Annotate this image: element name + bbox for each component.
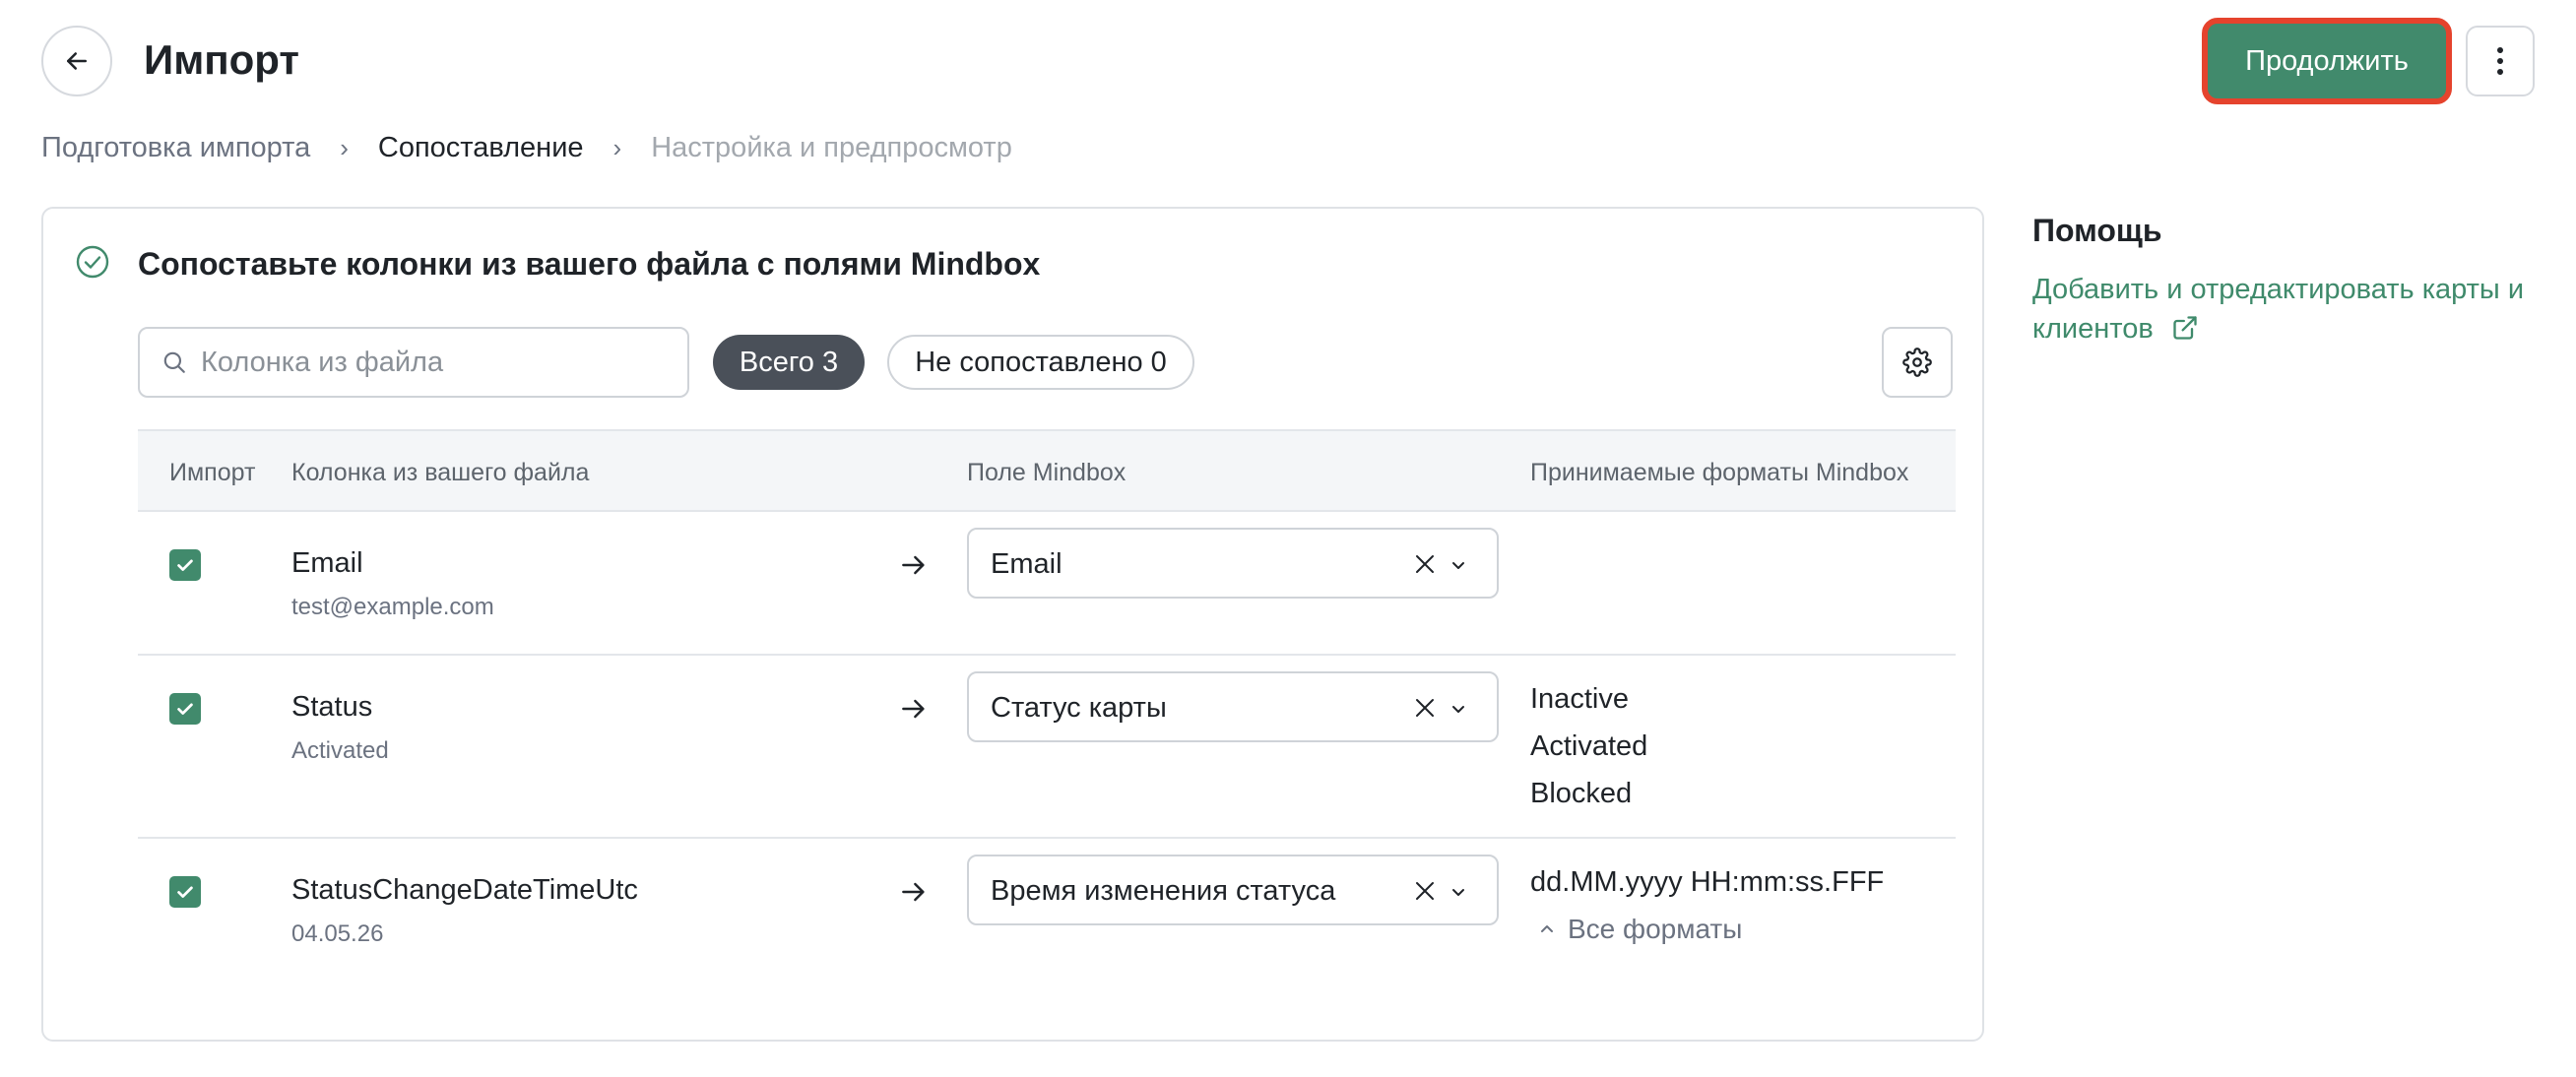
page-title: Импорт [144,36,299,83]
arrow-right-icon [902,555,925,575]
table-row: Status Activated Статус карты Inactive A… [138,656,1956,839]
import-checkbox[interactable] [169,549,201,581]
table-settings-button[interactable] [1882,327,1953,398]
mindbox-field-select[interactable]: Время изменения статуса [967,855,1499,925]
file-column-sample: test@example.com [291,594,494,620]
format-value: Inactive [1530,683,1629,715]
filter-all-chip[interactable]: Всего 3 [713,335,865,390]
table-row: Email test@example.com Email [138,512,1956,656]
chevron-down-icon[interactable] [1449,700,1467,718]
chevron-right-icon: › [340,132,349,162]
check-icon [177,886,193,898]
close-icon[interactable] [1414,697,1436,719]
breadcrumb-step-settings: Настройка и предпросмотр [651,131,1012,163]
import-checkbox[interactable] [169,876,201,908]
all-formats-label: Все форматы [1568,914,1743,944]
chevron-down-icon[interactable] [1449,883,1467,901]
card-title: Сопоставьте колонки из вашего файла с по… [138,246,1041,282]
selected-field: Время изменения статуса [991,875,1336,907]
help-title: Помощь [2032,213,2162,248]
accepted-formats: Inactive Activated Blocked [1530,675,1647,817]
breadcrumb: Подготовка импорта › Сопоставление › Нас… [41,130,1012,165]
external-link-icon [2173,316,2197,340]
close-icon[interactable] [1414,553,1436,575]
format-value: dd.MM.yyyy HH:mm:ss.FFF [1530,866,1885,898]
file-column-name: Status [291,691,373,723]
more-vertical-icon [2497,47,2503,75]
mapping-table: Импорт Колонка из вашего файла Поле Mind… [138,429,1956,1022]
check-icon [177,703,193,715]
check-icon [177,559,193,571]
file-column-sample: 04.05.26 [291,920,384,947]
chevron-right-icon: › [612,132,622,162]
table-header: Импорт Колонка из вашего файла Поле Mind… [138,429,1956,512]
help-link[interactable]: Добавить и отредактировать карты и клиен… [2032,270,2564,348]
help-link-text: Добавить и отредактировать карты и клиен… [2032,274,2525,345]
table-row: StatusChangeDateTimeUtc 04.05.26 Время и… [138,839,1956,1022]
selected-field: Email [991,548,1063,580]
mindbox-field-select[interactable]: Email [967,528,1499,599]
gear-icon [1902,348,1932,377]
breadcrumb-step-preparation[interactable]: Подготовка импорта [41,132,310,164]
mapping-card: Сопоставьте колонки из вашего файла с по… [41,207,1984,1042]
format-value: Activated [1530,730,1648,762]
header-file-column: Колонка из вашего файла [291,459,590,486]
mindbox-field-select[interactable]: Статус карты [967,671,1499,742]
arrow-right-icon [902,699,925,719]
file-column-sample: Activated [291,737,389,764]
chevron-up-icon [1541,925,1553,932]
file-column-name: Email [291,547,363,579]
back-button[interactable] [41,26,112,96]
chevron-down-icon[interactable] [1449,556,1467,574]
accepted-formats: dd.MM.yyyy HH:mm:ss.FFF Все форматы [1530,858,1884,953]
page-header: Импорт Продолжить [41,18,2535,104]
header-mindbox-field: Поле Mindbox [967,459,1127,486]
more-options-button[interactable] [2466,26,2535,96]
import-checkbox[interactable] [169,693,201,725]
close-icon[interactable] [1414,880,1436,902]
search-input[interactable] [201,346,654,379]
filter-unmatched-chip[interactable]: Не сопоставлено 0 [887,335,1194,390]
file-column-name: StatusChangeDateTimeUtc [291,874,638,906]
arrow-left-icon [67,52,87,70]
format-value: Blocked [1530,778,1633,809]
continue-button[interactable]: Продолжить [2202,18,2452,104]
search-field[interactable] [138,327,689,398]
breadcrumb-step-mapping: Сопоставление [377,131,584,163]
selected-field: Статус карты [991,692,1167,724]
header-formats: Принимаемые форматы Mindbox [1530,459,1909,486]
header-import: Импорт [169,459,256,486]
check-circle-icon [76,245,109,279]
arrow-right-icon [902,882,925,902]
search-icon [163,351,185,373]
all-formats-toggle[interactable]: Все форматы [1530,906,1884,953]
